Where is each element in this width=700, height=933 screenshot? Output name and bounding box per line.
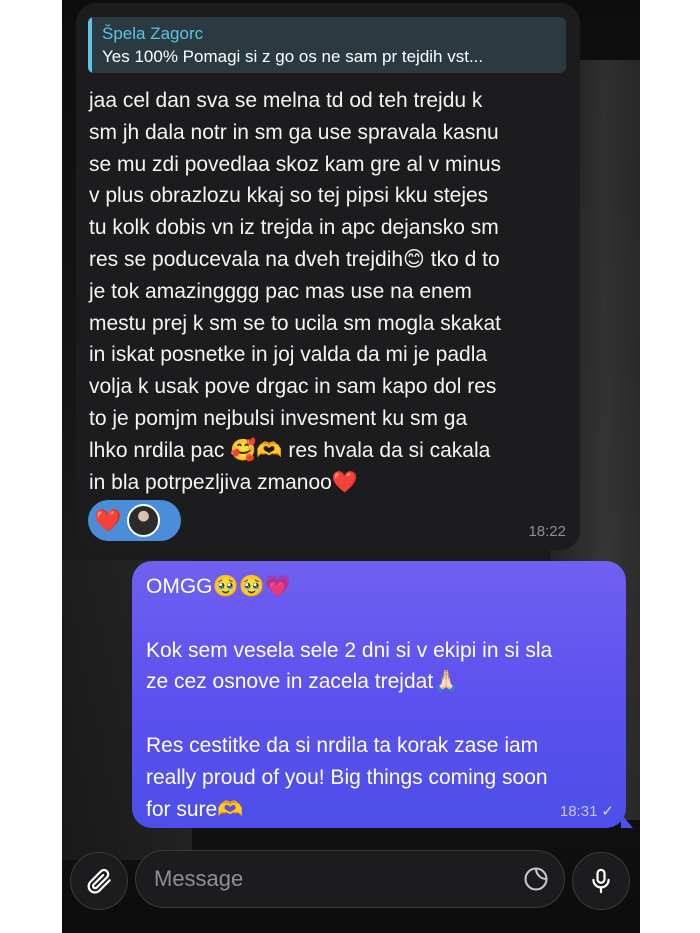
composer-bar	[62, 848, 640, 912]
message-line: sm jh dala notr in sm ga use spravala ka…	[89, 120, 499, 144]
message-line: lhko nrdila pac 🥰🫶 res hvala da si cakal…	[89, 438, 491, 462]
sticker-icon[interactable]	[522, 865, 550, 893]
reply-quote[interactable]: Špela Zagorc Yes 100% Pomagi si z go os …	[88, 17, 566, 73]
paperclip-icon	[87, 868, 111, 894]
message-line	[146, 698, 614, 730]
message-line: mestu prej k sm se to ucila sm mogla ska…	[89, 311, 501, 335]
message-line: v plus obrazlozu kkaj so tej pipsi kku s…	[89, 184, 489, 208]
message-line: in bla potrpezljiva zmanoo❤️	[89, 470, 358, 494]
message-line: Kok sem vesela sele 2 dni si v ekipi in …	[146, 638, 553, 662]
microphone-icon	[592, 868, 610, 894]
message-line: jaa cel dan sva se melna td od teh trejd…	[89, 89, 483, 112]
message-input[interactable]	[152, 865, 496, 893]
outgoing-timestamp: 18:31	[559, 802, 598, 820]
reply-preview-text: Yes 100% Pomagi si z go os ne sam pr tej…	[102, 47, 484, 66]
incoming-timestamp: 18:22	[528, 523, 566, 540]
microphone-button[interactable]	[572, 852, 630, 910]
incoming-message-text: jaa cel dan sva se melna td od teh trejd…	[88, 85, 566, 498]
chat-screen: Špela Zagorc Yes 100% Pomagi si z go os …	[62, 0, 640, 933]
reply-body: Špela Zagorc Yes 100% Pomagi si z go os …	[92, 17, 493, 73]
outgoing-message-bubble[interactable]: OMGG🥹🥹💗 Kok sem vesela sele 2 dni si v e…	[132, 561, 626, 828]
outgoing-bubble-tail	[621, 814, 633, 828]
attach-button[interactable]	[70, 852, 128, 910]
message-line: ze cez osnove in zacela trejdat🙏🏻	[146, 670, 460, 694]
outgoing-meta: 18:31 ✓	[559, 802, 614, 821]
message-line: res se poducevala na dveh trejdih😊 tko d…	[89, 247, 500, 271]
message-line: OMGG🥹🥹💗	[146, 575, 291, 598]
message-line: really proud of you! Big things coming s…	[146, 765, 548, 789]
message-line: volja k usak pove drgac in sam kapo dol …	[89, 375, 497, 399]
message-line: Res cestitke da si nrdila ta korak zase …	[146, 733, 539, 757]
message-input-field[interactable]	[135, 850, 565, 908]
message-line: se mu zdi povedlaa skoz kam gre al v min…	[89, 152, 502, 176]
message-line: in iskat posnetke in joj valda da mi je …	[89, 343, 488, 367]
message-line: tu kolk dobis vn iz trejda in apc dejans…	[89, 216, 499, 240]
message-line	[146, 603, 614, 635]
message-line: to je pomjm nejbulsi invesment ku sm ga	[89, 406, 468, 430]
read-check-icon: ✓	[601, 803, 614, 820]
reaction-pill[interactable]: ❤️	[88, 500, 181, 541]
outgoing-message-text: OMGG🥹🥹💗 Kok sem vesela sele 2 dni si v e…	[146, 571, 614, 825]
incoming-message-bubble[interactable]: Špela Zagorc Yes 100% Pomagi si z go os …	[76, 3, 580, 550]
heart-reaction-icon: ❤️	[94, 507, 122, 533]
reply-author-name: Špela Zagorc	[102, 24, 204, 43]
message-line: je tok amazingggg pac mas use na enem	[89, 279, 472, 303]
reactor-avatar	[127, 504, 161, 537]
message-line: for sure🫶	[146, 797, 244, 821]
